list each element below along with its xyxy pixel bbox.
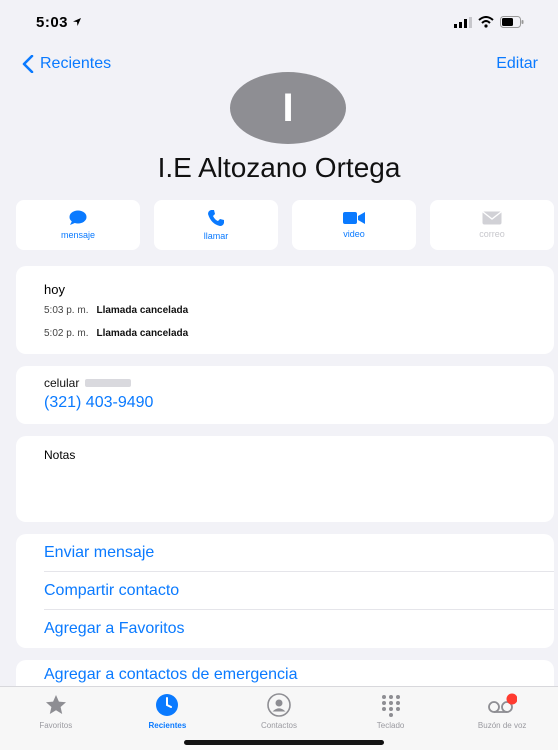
phone-card[interactable]: celular (321) 403-9490: [16, 366, 554, 424]
status-icons: [454, 16, 524, 28]
history-row: 5:03 p. m. Llamada cancelada: [44, 305, 554, 316]
tab-label: Favoritos: [39, 721, 73, 730]
status-time: 5:03: [36, 13, 69, 31]
status-time-group: 5:03: [36, 14, 82, 31]
tab-favorites[interactable]: Favoritos: [6, 693, 106, 750]
location-arrow-icon: [73, 18, 82, 26]
history-row: 5:02 p. m. Llamada cancelada: [44, 328, 554, 339]
history-status: Llamada cancelada: [96, 328, 189, 339]
video-camera-icon: [343, 212, 365, 224]
edit-button[interactable]: Editar: [496, 55, 538, 73]
tab-voicemail[interactable]: Buzón de voz: [452, 693, 552, 750]
phone-label-row: celular: [44, 376, 554, 390]
signal-icon: [454, 16, 472, 28]
message-bubble-icon: [69, 210, 87, 225]
mail-icon: [482, 211, 502, 225]
send-message-link[interactable]: Enviar mensaje: [44, 534, 554, 572]
wifi-icon: [478, 16, 494, 28]
avatar: I: [230, 72, 346, 144]
chevron-left-icon: [22, 55, 34, 73]
call-action-button[interactable]: llamar: [154, 200, 278, 250]
redacted-block: [85, 379, 132, 387]
phone-icon: [208, 210, 224, 226]
status-bar: 5:03: [0, 0, 558, 44]
mail-action-label: correo: [479, 229, 505, 239]
contacts-icon: [267, 693, 291, 717]
home-indicator[interactable]: [184, 740, 384, 745]
quick-actions: mensaje llamar video correo: [16, 200, 554, 250]
tab-label: Contactos: [260, 721, 297, 730]
voicemail-icon: [488, 693, 518, 713]
battery-icon: [500, 16, 524, 28]
back-button[interactable]: Recientes: [22, 55, 111, 73]
back-label: Recientes: [40, 55, 112, 72]
add-favorites-link[interactable]: Agregar a Favoritos: [44, 610, 554, 648]
history-time: 5:03 p. m.: [44, 305, 89, 316]
history-status: Llamada cancelada: [96, 305, 189, 316]
message-action-button[interactable]: mensaje: [16, 200, 140, 250]
phone-number-link[interactable]: (321) 403-9490: [44, 394, 554, 412]
clock-icon: [156, 694, 179, 716]
actions-list-card: Enviar mensaje Compartir contacto Agrega…: [16, 534, 554, 648]
message-action-label: mensaje: [60, 230, 96, 240]
tab-label: Recientes: [148, 721, 187, 730]
add-emergency-label: Agregar a contactos de emergencia: [44, 666, 298, 683]
tab-label: Teclado: [376, 721, 405, 730]
phone-label: celular: [44, 376, 80, 390]
badge-dot: [506, 693, 518, 705]
video-action-label: video: [343, 229, 365, 239]
avatar-initial: I: [282, 85, 294, 130]
star-icon: [45, 695, 66, 714]
video-action-button[interactable]: video: [292, 200, 416, 250]
keypad-icon: [381, 695, 400, 717]
call-history-card: hoy 5:03 p. m. Llamada cancelada 5:02 p.…: [16, 266, 554, 354]
call-action-label: llamar: [203, 231, 229, 241]
history-day: hoy: [44, 282, 65, 297]
contact-name: I.E Altozano Ortega: [157, 152, 401, 183]
notes-card[interactable]: Notas: [16, 436, 554, 522]
share-contact-link[interactable]: Compartir contacto: [44, 572, 554, 610]
history-time: 5:02 p. m.: [44, 328, 89, 339]
tab-label: Buzón de voz: [477, 721, 527, 730]
notes-label: Notas: [44, 448, 76, 462]
mail-action-button[interactable]: correo: [430, 200, 554, 250]
